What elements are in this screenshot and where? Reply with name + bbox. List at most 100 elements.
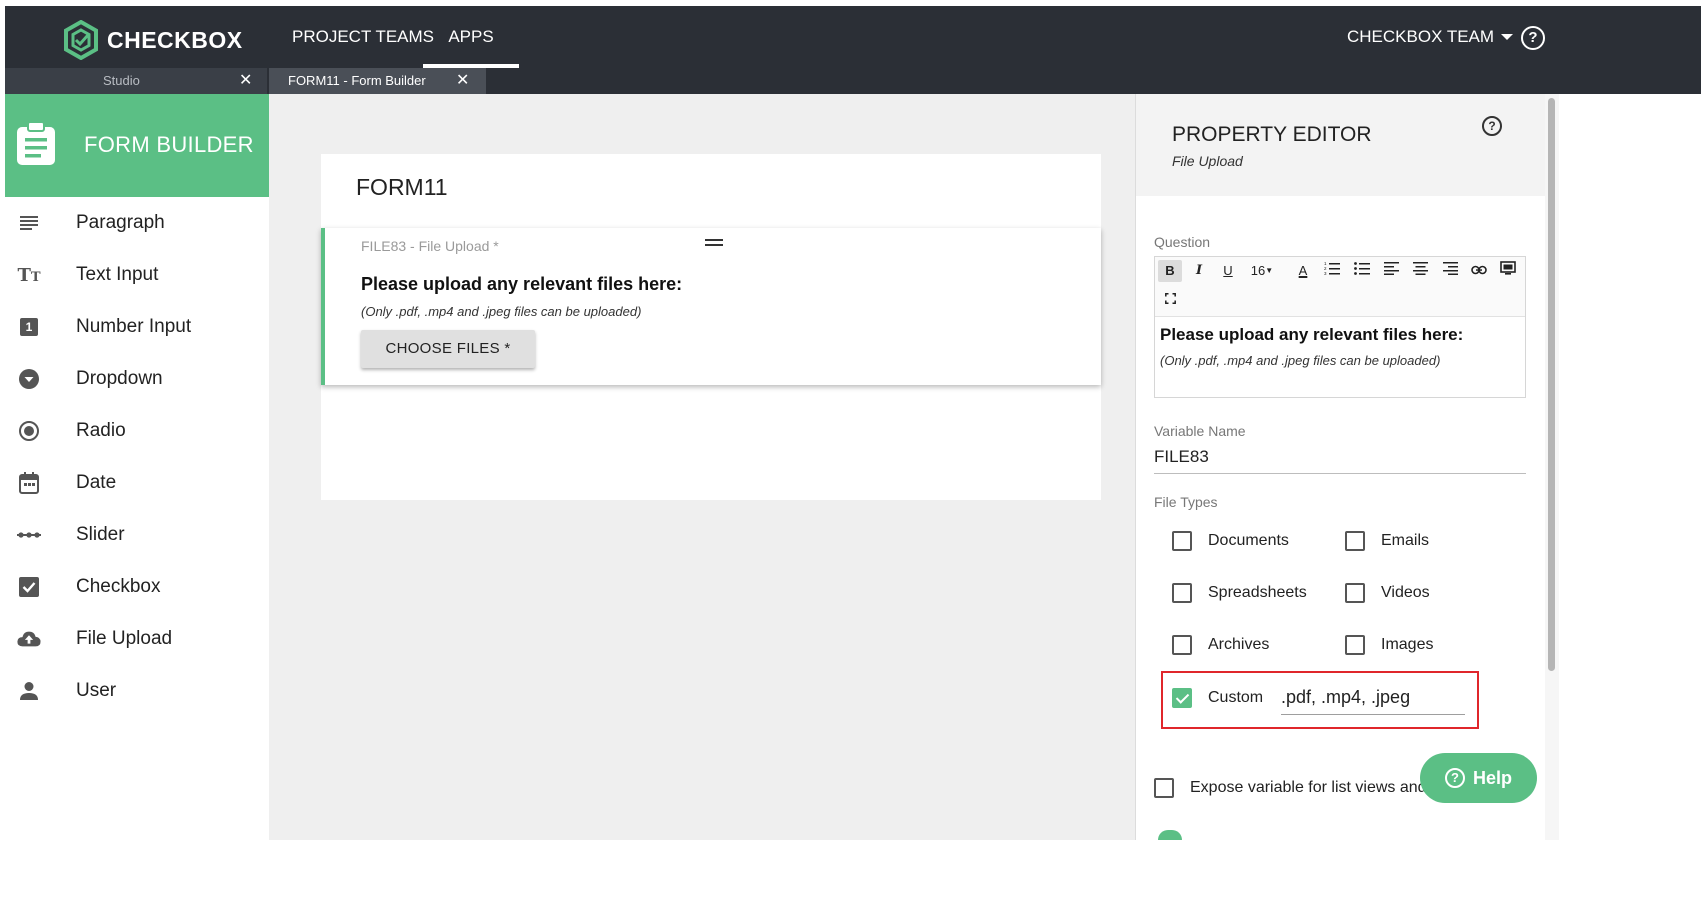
- align-left-icon[interactable]: [1379, 260, 1403, 282]
- checkbox-box[interactable]: [1172, 635, 1192, 655]
- checkbox-spreadsheets[interactable]: Spreadsheets: [1172, 583, 1307, 603]
- bulleted-list-icon[interactable]: [1350, 260, 1374, 282]
- custom-extensions-input[interactable]: .pdf, .mp4, .jpeg: [1281, 683, 1465, 715]
- align-center-icon[interactable]: [1408, 260, 1432, 282]
- palette-item-user[interactable]: User: [5, 665, 269, 717]
- question-text: Please upload any relevant files here:: [361, 274, 683, 294]
- palette-item-radio[interactable]: Radio: [5, 405, 269, 457]
- palette-item-label: Radio: [76, 420, 126, 441]
- clipboard-icon: [17, 121, 55, 165]
- font-color-icon[interactable]: A: [1291, 260, 1315, 282]
- tab-bar: Studio ✕ FORM11 - Form Builder ✕: [5, 68, 1701, 94]
- checkbox-box-checked[interactable]: [1172, 688, 1192, 708]
- fullscreen-icon[interactable]: [1158, 289, 1182, 311]
- checkbox-box[interactable]: [1345, 531, 1365, 551]
- font-size-select[interactable]: 16▼: [1247, 260, 1277, 282]
- drag-handle-icon[interactable]: [705, 239, 723, 249]
- checkbox-icon: [17, 575, 41, 599]
- checkbox-label: Archives: [1208, 636, 1270, 653]
- form-builder-sidebar: FORM BUILDER Paragraph TT Text Input 1 N…: [5, 94, 269, 840]
- scrollbar[interactable]: [1545, 94, 1559, 840]
- palette-item-number-input[interactable]: 1 Number Input: [5, 301, 269, 353]
- tab-studio[interactable]: Studio ✕: [5, 68, 267, 94]
- nav-project-teams[interactable]: PROJECT TEAMS: [292, 6, 434, 74]
- checkbox-label: Emails: [1381, 532, 1430, 549]
- checkbox-box[interactable]: [1345, 635, 1365, 655]
- checkbox-label: Spreadsheets: [1208, 584, 1307, 601]
- property-editor-subtitle: File Upload: [1172, 153, 1243, 169]
- palette-item-dropdown[interactable]: Dropdown: [5, 353, 269, 405]
- variable-name-input[interactable]: FILE83: [1154, 444, 1526, 474]
- checkbox-box[interactable]: [1172, 531, 1192, 551]
- nav-apps[interactable]: APPS: [423, 6, 519, 68]
- checkbox-images[interactable]: Images: [1345, 635, 1433, 655]
- team-menu-dropdown[interactable]: CHECKBOX TEAM: [1347, 6, 1514, 68]
- link-icon[interactable]: [1467, 260, 1491, 282]
- checkbox-logo-icon: [64, 20, 98, 60]
- palette-item-label: Slider: [76, 524, 125, 545]
- palette-item-date[interactable]: Date: [5, 457, 269, 509]
- tab-form-builder[interactable]: FORM11 - Form Builder ✕: [269, 68, 486, 94]
- palette-item-slider[interactable]: Slider: [5, 509, 269, 561]
- palette-item-file-upload[interactable]: File Upload: [5, 613, 269, 665]
- team-menu-label: CHECKBOX TEAM: [1347, 27, 1495, 46]
- checkbox-expose-variable[interactable]: Expose variable for list views and: [1154, 778, 1427, 798]
- underline-icon[interactable]: U: [1216, 260, 1240, 282]
- checkbox-documents[interactable]: Documents: [1172, 531, 1289, 551]
- checkbox-box[interactable]: [1345, 583, 1365, 603]
- form-card: FORM11 FILE83 - File Upload * Please upl…: [321, 154, 1101, 500]
- scrollbar-thumb[interactable]: [1548, 98, 1555, 671]
- palette-item-paragraph[interactable]: Paragraph: [5, 197, 269, 249]
- help-button-label: Help: [1472, 767, 1512, 788]
- question-circle-icon[interactable]: ?: [1482, 116, 1502, 136]
- palette-item-label: Date: [76, 472, 117, 493]
- toggle-switch[interactable]: [1158, 830, 1182, 840]
- choose-files-button[interactable]: CHOOSE FILES *: [361, 330, 535, 368]
- user-icon: [17, 679, 41, 703]
- checkbox-logo[interactable]: CHECKBOX: [63, 20, 243, 60]
- checkbox-videos[interactable]: Videos: [1345, 583, 1430, 603]
- palette-item-label: Text Input: [76, 264, 159, 285]
- custom-file-type-highlight: Custom .pdf, .mp4, .jpeg: [1161, 671, 1479, 729]
- checkbox-archives[interactable]: Archives: [1172, 635, 1269, 655]
- checkbox-box[interactable]: [1172, 583, 1192, 603]
- palette-item-checkbox[interactable]: Checkbox: [5, 561, 269, 613]
- caret-down-icon: ▼: [1265, 266, 1274, 275]
- form-title[interactable]: FORM11: [356, 174, 448, 201]
- palette-item-label: Number Input: [76, 316, 192, 337]
- property-editor-panel: PROPERTY EDITOR File Upload ? Question B…: [1135, 94, 1545, 840]
- checkbox-custom[interactable]: Custom: [1172, 688, 1263, 708]
- close-icon[interactable]: ✕: [239, 68, 252, 94]
- caret-down-icon: [1501, 34, 1514, 40]
- question-circle-icon: ?: [1444, 768, 1465, 788]
- question-circle-icon[interactable]: ?: [1521, 26, 1545, 50]
- tab-label: Studio: [103, 73, 140, 88]
- rich-text-editor[interactable]: B I U 16▼ A 123 Please upload any releva…: [1154, 256, 1526, 398]
- align-right-icon[interactable]: [1438, 260, 1462, 282]
- calendar-icon: [17, 471, 41, 495]
- palette-item-text-input[interactable]: TT Text Input: [5, 249, 269, 301]
- italic-icon[interactable]: I: [1187, 260, 1211, 282]
- help-button[interactable]: ? Help: [1420, 753, 1537, 803]
- media-icon[interactable]: [1496, 260, 1520, 282]
- palette-item-label: Dropdown: [76, 368, 163, 389]
- close-icon[interactable]: ✕: [456, 68, 469, 94]
- bold-icon[interactable]: B: [1158, 260, 1182, 282]
- question-field-label: Question: [1154, 234, 1211, 250]
- number-input-icon: 1: [17, 315, 41, 339]
- font-size-value: 16: [1250, 263, 1266, 278]
- checkbox-label: Images: [1381, 636, 1434, 653]
- question-subtext: (Only .pdf, .mp4 and .jpeg files can be …: [361, 304, 642, 319]
- file-upload-question[interactable]: FILE83 - File Upload * Please upload any…: [321, 228, 1101, 385]
- rich-text-question: Please upload any relevant files here:: [1160, 325, 1464, 344]
- rich-text-subtext: (Only .pdf, .mp4 and .jpeg files can be …: [1160, 353, 1441, 368]
- checkbox-label: Expose variable for list views and: [1190, 779, 1427, 796]
- checkbox-box[interactable]: [1154, 778, 1174, 798]
- checkbox-emails[interactable]: Emails: [1345, 531, 1429, 551]
- form-canvas: FORM11 FILE83 - File Upload * Please upl…: [269, 94, 1135, 840]
- checkbox-label: Custom: [1208, 689, 1264, 706]
- ordered-list-icon[interactable]: 123: [1320, 260, 1344, 282]
- palette-item-label: Checkbox: [76, 576, 161, 597]
- palette-item-label: File Upload: [76, 628, 173, 649]
- sidebar-title: FORM BUILDER: [84, 132, 254, 157]
